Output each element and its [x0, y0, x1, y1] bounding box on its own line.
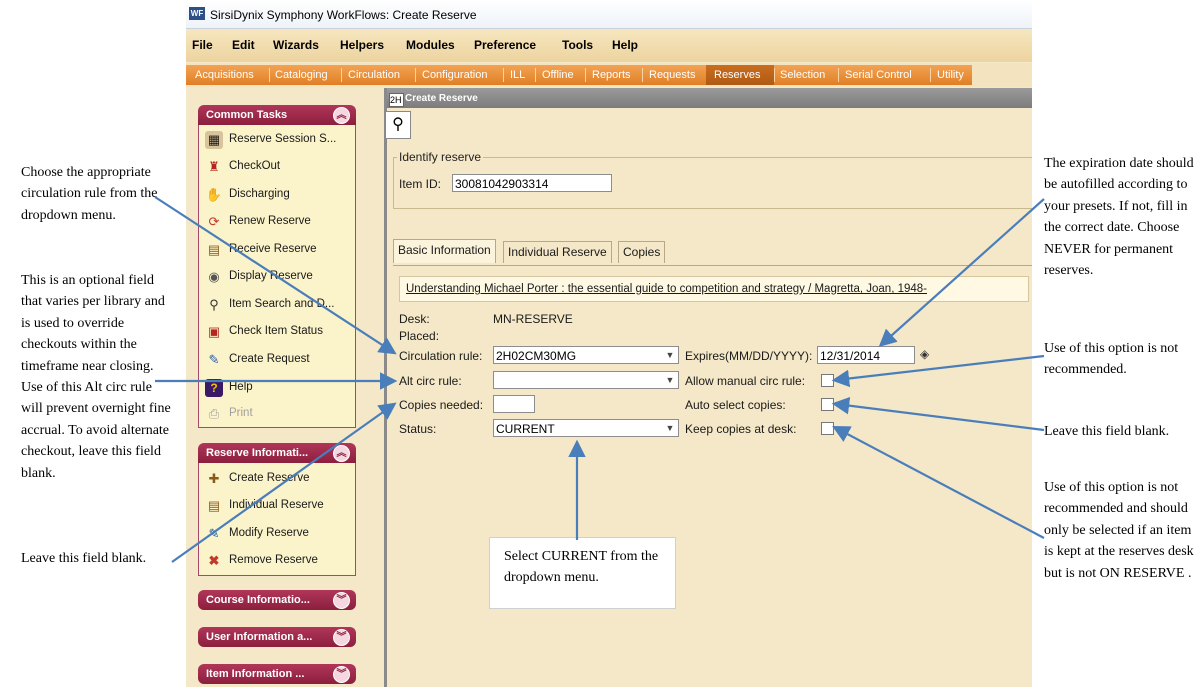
arrow-allow-manual — [831, 354, 1045, 388]
arrow-expires — [878, 198, 1045, 347]
arrow-circ-rule — [154, 196, 397, 355]
annotation-arrows — [154, 196, 1045, 563]
arrow-keep-copies — [832, 425, 1045, 539]
arrow-copies-needed — [171, 402, 397, 563]
arrow-auto-select — [831, 396, 1045, 432]
